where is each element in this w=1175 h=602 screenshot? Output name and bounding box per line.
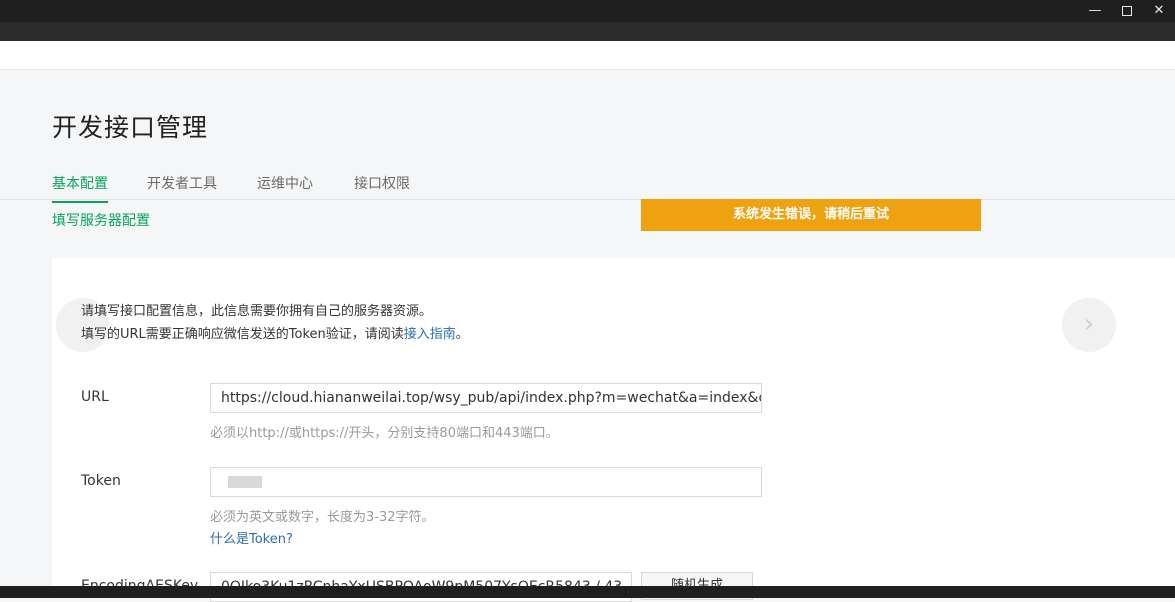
error-toast: 系统发生错误，请稍后重试	[641, 199, 981, 231]
minimize-button[interactable]: —	[1086, 2, 1104, 20]
token-input[interactable]	[210, 467, 762, 497]
tab-ops-center[interactable]: 运维中心	[257, 173, 313, 193]
chevron-right-icon: ›	[1083, 309, 1095, 339]
window-titlebar: — ✕	[0, 0, 1175, 22]
tab-basic-config[interactable]: 基本配置	[52, 173, 108, 203]
window-bottom-edge	[0, 586, 1175, 598]
what-is-token-link[interactable]: 什么是Token?	[210, 528, 293, 547]
url-input[interactable]: https://cloud.hiananweilai.top/wsy_pub/a…	[210, 383, 762, 413]
token-hint: 必须为英文或数字，长度为3-32字符。	[210, 510, 435, 525]
carousel-next-button[interactable]: ›	[1062, 298, 1116, 352]
tab-api-permissions[interactable]: 接口权限	[354, 173, 410, 193]
tab-bar: 基本配置 开发者工具 运维中心 接口权限	[0, 170, 1175, 203]
intro-line-2-suffix: 。	[455, 327, 469, 342]
token-label: Token	[81, 473, 121, 489]
intro-line-2: 填写的URL需要正确响应微信发送的Token验证，请阅读接入指南。	[81, 323, 469, 342]
url-label: URL	[81, 389, 109, 405]
url-hint: 必须以http://或https://开头，分别支持80端口和443端口。	[210, 426, 559, 441]
intro-line-2-text: 填写的URL需要正确响应微信发送的Token验证，请阅读	[81, 327, 404, 342]
page-title: 开发接口管理	[52, 113, 209, 142]
maximize-button[interactable]	[1118, 2, 1136, 20]
tab-developer-tools[interactable]: 开发者工具	[147, 173, 217, 193]
close-button[interactable]: ✕	[1150, 2, 1168, 20]
access-guide-link[interactable]: 接入指南	[404, 327, 456, 342]
top-navbar	[0, 41, 1175, 70]
maximize-icon	[1122, 6, 1132, 16]
browser-toolbar	[0, 22, 1175, 41]
token-redaction	[228, 476, 262, 488]
fill-server-config-link[interactable]: 填写服务器配置	[52, 210, 150, 230]
intro-line-1: 请填写接口配置信息，此信息需要你拥有自己的服务器资源。	[81, 304, 433, 319]
